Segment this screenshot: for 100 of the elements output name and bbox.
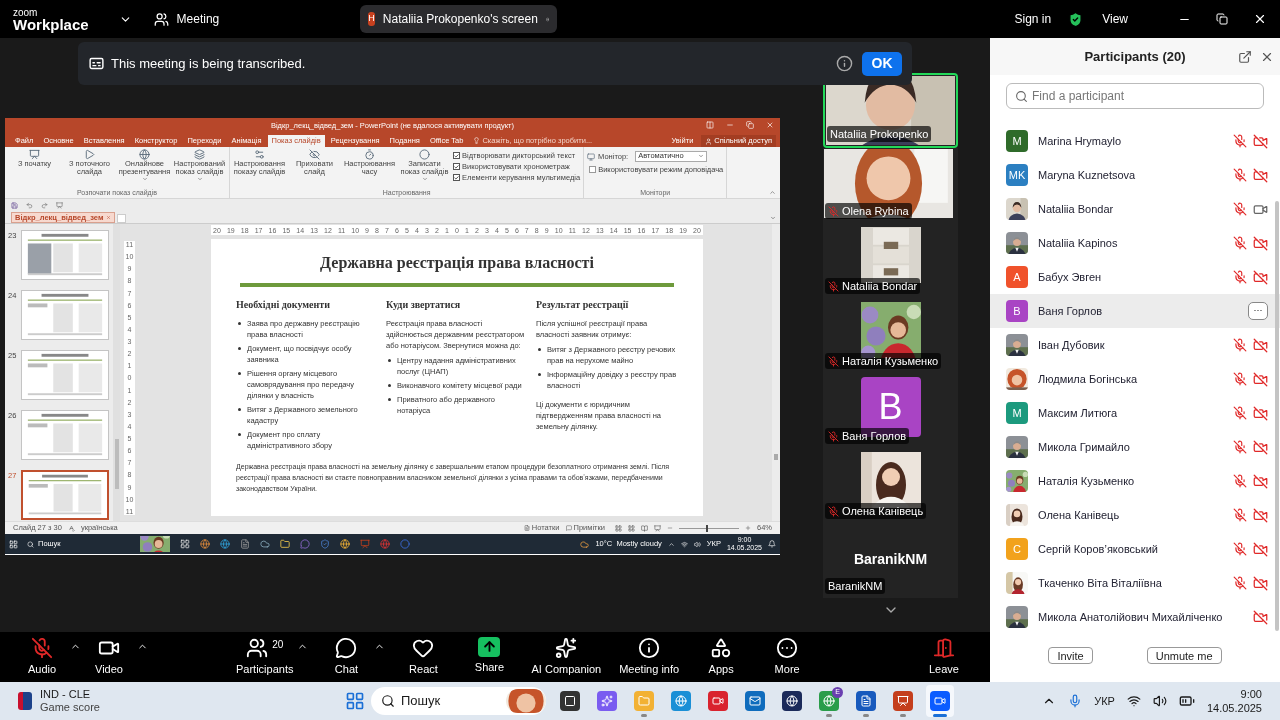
participant-name: Olena Rybina	[842, 203, 909, 219]
slide-thumbnail[interactable]	[21, 230, 109, 280]
meeting-label: Meeting	[176, 11, 220, 28]
unmute-button[interactable]: Unmute me	[1146, 646, 1222, 664]
participant-row[interactable]: Nataliia Kapinos	[990, 226, 1280, 260]
bullet-icon	[388, 359, 391, 362]
app-icon[interactable]	[220, 539, 230, 549]
monitor-icon	[587, 152, 596, 161]
search-field[interactable]: Пошук	[371, 687, 546, 715]
presenter-badge: H	[368, 12, 375, 26]
collapse-icon	[769, 189, 776, 196]
app-icon	[712, 695, 724, 707]
pop-out-icon[interactable]	[1238, 49, 1252, 64]
notes-icon	[523, 525, 530, 531]
participant-row[interactable]: Микола Анатолійович Михайліченко	[990, 600, 1280, 634]
bullet-icon	[238, 433, 241, 436]
participant-name: Nataliia Bondar	[842, 278, 918, 294]
search-icon	[381, 694, 395, 708]
participant-name: Іван Дубовик	[1038, 337, 1106, 353]
app-icon[interactable]	[340, 539, 350, 549]
toolbar-button[interactable]: React	[395, 636, 452, 678]
toolbar-button[interactable]: Chat	[318, 636, 375, 678]
avatar-initials: M	[1012, 133, 1022, 149]
participant-name: Nataliia Kapinos	[1038, 235, 1119, 251]
panel-title: Participants (20)	[1084, 47, 1186, 66]
search-icon	[27, 540, 34, 548]
participant-row[interactable]: Nataliia Bondar	[990, 192, 1280, 226]
search-field[interactable]: Find a participant	[1006, 83, 1264, 109]
toolbar-button[interactable]: Apps	[693, 636, 750, 678]
notification-icon[interactable]	[768, 540, 776, 548]
app-icon[interactable]	[180, 539, 190, 549]
start-icon[interactable]	[9, 539, 18, 549]
info-icon[interactable]	[836, 55, 853, 72]
toolbar-button[interactable]: More	[759, 636, 816, 678]
caret-icon	[770, 215, 776, 221]
participant-name: Максим Литюга	[1038, 405, 1119, 421]
normal-view-icon[interactable]	[615, 524, 622, 532]
participant-row[interactable]: Іван Дубовик	[990, 328, 1280, 362]
checkbox[interactable]	[453, 174, 460, 181]
toolbar-button[interactable]: 20 Participants	[232, 636, 298, 678]
app-icon	[786, 695, 798, 707]
participant-row[interactable]: A Бабух Эвген	[990, 260, 1280, 294]
participant-row[interactable]: M Максим Литюга	[990, 396, 1280, 430]
slide-thumbnail[interactable]	[21, 350, 109, 400]
ok-button[interactable]: OK	[862, 51, 902, 76]
participant-name: Ваня Горлов	[1038, 303, 1104, 319]
participant-row[interactable]: Олена Канівець	[990, 498, 1280, 532]
participant-count: 20	[272, 637, 284, 652]
slide-thumbnail[interactable]	[21, 470, 109, 520]
checkbox[interactable]	[453, 163, 460, 170]
participant-name: Maryna Kuznetsova	[1038, 167, 1137, 183]
toolbar-button[interactable]: Audio	[14, 636, 70, 678]
reading-view-icon[interactable]	[641, 524, 648, 532]
screen-share-pill[interactable]: H Nataliia Prokopenko's screen	[360, 5, 558, 33]
avatar-initials: C	[1013, 541, 1021, 557]
slide-thumbnail[interactable]	[21, 290, 109, 340]
restore-icon[interactable]	[1216, 13, 1228, 25]
participant-row[interactable]: Людмила Богінська	[990, 362, 1280, 396]
participant-name: BaranikNM	[828, 578, 883, 594]
bullet-icon	[538, 348, 541, 351]
participant-row[interactable]: M Marina Hrymaylo	[990, 124, 1280, 158]
close-icon[interactable]	[1253, 12, 1267, 26]
language-indicator: УКР	[1094, 693, 1115, 709]
app-icon	[860, 695, 872, 707]
volume-icon	[1152, 694, 1167, 708]
toolbar-button[interactable]: Video	[81, 636, 137, 678]
sign-in-link[interactable]: Sign in	[1014, 10, 1052, 28]
save-icon[interactable]	[11, 201, 18, 209]
toolbar-button[interactable]: Leave	[916, 636, 972, 678]
participant-row[interactable]: MK Maryna Kuznetsova	[990, 158, 1280, 192]
invite-button[interactable]: Invite	[1048, 646, 1093, 664]
avatar-initial: B	[878, 385, 903, 429]
search-input[interactable]: Find a participant	[1032, 87, 1255, 105]
app-icon[interactable]	[200, 539, 210, 549]
view-button[interactable]: View	[1102, 10, 1128, 28]
meeting-icon	[153, 11, 169, 27]
participant-name: Nataliia Bondar	[1038, 201, 1115, 217]
close-icon	[766, 121, 774, 129]
app-icon[interactable]	[260, 539, 270, 549]
participant-row[interactable]: Микола Гримайло	[990, 430, 1280, 464]
bullet-icon	[538, 373, 541, 376]
bullet-icon	[238, 347, 241, 350]
app-icon	[675, 695, 687, 707]
caret-icon	[421, 176, 428, 182]
toolbar-button[interactable]: AI Companion	[527, 636, 606, 678]
participant-row[interactable]: B Ваня Горлов ···	[990, 294, 1280, 328]
checkbox[interactable]	[453, 152, 460, 159]
app-icon	[823, 695, 835, 707]
participant-row[interactable]: Наталія Кузьменко	[990, 464, 1280, 498]
start-icon[interactable]	[345, 691, 365, 711]
toolbar-button[interactable]: Meeting info	[615, 636, 684, 678]
more-button[interactable]: ···	[1248, 302, 1268, 320]
clock-date: 14.05.2025	[1206, 701, 1262, 715]
toolbar-button[interactable]: Share	[461, 636, 518, 676]
participant-row[interactable]: C Сергій Коровʼяковський	[990, 532, 1280, 566]
checkbox[interactable]	[589, 166, 597, 173]
participant-row[interactable]: Ткаченко Віта Віталіївна	[990, 566, 1280, 600]
sorter-view-icon[interactable]	[628, 524, 635, 532]
app-icon[interactable]	[240, 539, 250, 549]
slide-thumbnail[interactable]	[21, 410, 109, 460]
